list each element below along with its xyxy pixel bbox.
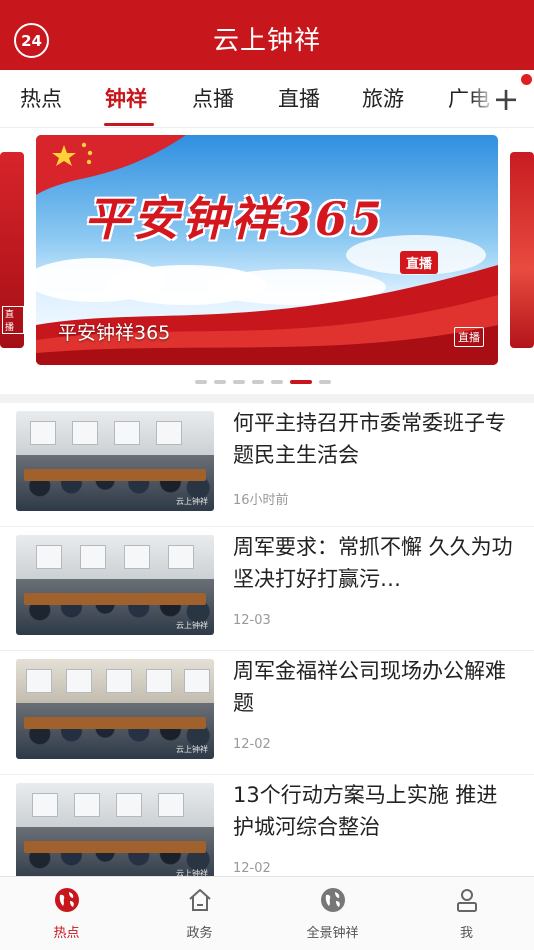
news-title: 周军要求：常抓不懈 久久为功 坚决打好打赢污…: [233, 535, 513, 591]
home-icon: [188, 889, 211, 911]
next-slide-peek[interactable]: [510, 152, 534, 348]
channel-tabs: 热点 钟祥 点播 直播 旅游 广电 +: [0, 70, 534, 128]
bottom-nav: 热点 政务 全景钟祥 我: [0, 876, 534, 950]
carousel-indicator: [0, 380, 534, 386]
top-bar: 24 云上钟祥: [0, 0, 534, 70]
carousel-dot: [252, 380, 264, 384]
carousel-dot: [233, 380, 245, 384]
news-item[interactable]: 云上钟祥 周军金福祥公司现场办公解难题 12-02: [0, 651, 534, 775]
nav-hot[interactable]: 热点: [0, 877, 133, 950]
thumb-watermark: 云上钟祥: [176, 745, 208, 754]
nav-label: 我: [459, 926, 473, 941]
banner-caption: 平安钟祥365: [58, 322, 171, 344]
thumb-watermark: 云上钟祥: [176, 621, 208, 630]
nav-government[interactable]: 政务: [133, 877, 266, 950]
tab-zhongxiang[interactable]: 钟祥: [105, 83, 147, 113]
tab-travel[interactable]: 旅游: [362, 83, 404, 113]
tab-vod[interactable]: 点播: [192, 83, 234, 113]
nav-me[interactable]: 我: [399, 877, 534, 950]
plus-icon: +: [492, 80, 520, 118]
carousel-dot-active: [290, 380, 312, 384]
nav-label: 热点: [53, 926, 80, 941]
news-time: 12-02: [233, 737, 271, 752]
active-tab-indicator: [104, 123, 154, 126]
app-title: 云上钟祥: [212, 26, 321, 56]
carousel-dot: [319, 380, 331, 384]
news-time: 12-02: [233, 861, 271, 876]
banner-live-tag: 直播: [400, 251, 439, 274]
carousel-dot: [271, 380, 283, 384]
news-thumbnail: 云上钟祥: [16, 783, 214, 883]
news-thumbnail: 云上钟祥: [16, 411, 214, 511]
globe-icon: [320, 888, 345, 912]
news-title: 13个行动方案马上实施 推进护城河综合整治: [233, 783, 498, 839]
news-time: 12-03: [233, 613, 271, 628]
side-live-badge: 直播: [2, 306, 24, 334]
app-screen: 24 云上钟祥 热点 钟祥 点播 直播 旅游 广电 + 直播 平安钟祥365 直…: [0, 0, 534, 950]
add-channel-button[interactable]: +: [484, 80, 528, 118]
carousel-dot: [214, 380, 226, 384]
news-thumbnail: 云上钟祥: [16, 535, 214, 635]
banner-carousel[interactable]: 直播 平安钟祥365 直播 平安钟祥365 直播: [0, 128, 534, 394]
nav-label: 全景钟祥: [306, 926, 359, 941]
banner-slide[interactable]: 平安钟祥365 直播 平安钟祥365 直播: [36, 135, 498, 365]
news-item[interactable]: 云上钟祥 周军要求：常抓不懈 久久为功 坚决打好打赢污… 12-03: [0, 527, 534, 651]
news-title: 周军金福祥公司现场办公解难题: [233, 659, 506, 715]
news-time: 16小时前: [233, 493, 289, 508]
banner-title: 平安钟祥365: [84, 192, 386, 246]
prev-slide-peek[interactable]: 直播: [0, 152, 24, 348]
live-badge: 直播: [454, 327, 484, 347]
news-title: 何平主持召开市委常委班子专题民主生活会: [233, 411, 506, 467]
section-divider: [0, 394, 534, 403]
tab-live[interactable]: 直播: [278, 83, 320, 113]
nav-panorama[interactable]: 全景钟祥: [266, 877, 399, 950]
news-item[interactable]: 云上钟祥 何平主持召开市委常委班子专题民主生活会 16小时前: [0, 403, 534, 527]
person-icon: [456, 889, 477, 912]
carousel-dot: [195, 380, 207, 384]
nav-label: 政务: [186, 926, 213, 941]
globe-icon: [54, 888, 79, 912]
notification-dot: [521, 74, 532, 85]
thumb-watermark: 云上钟祥: [176, 497, 208, 506]
tab-hot[interactable]: 热点: [20, 83, 62, 113]
news-thumbnail: 云上钟祥: [16, 659, 214, 759]
